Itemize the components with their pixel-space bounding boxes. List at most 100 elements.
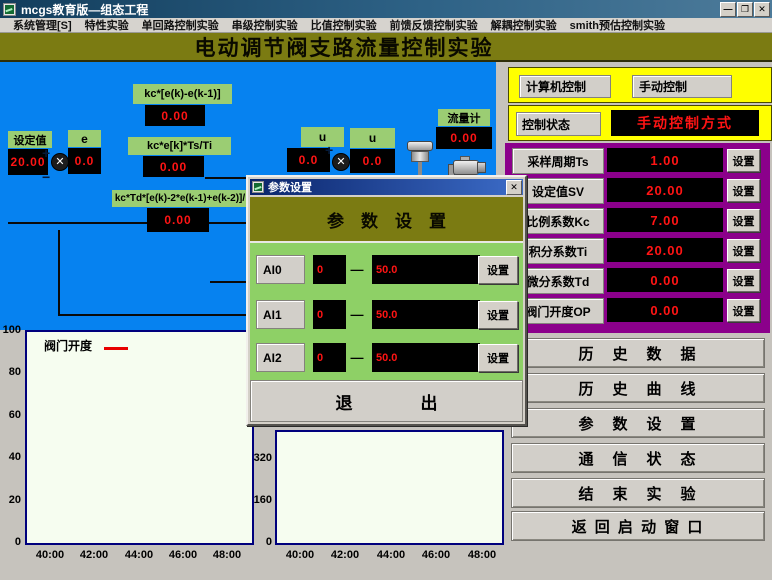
chart1-xtick: 44:00 — [121, 549, 157, 561]
history-curve-button[interactable]: 历 史 曲 线 — [511, 373, 765, 403]
control-mode-group: 计算机控制 手动控制 — [508, 67, 772, 103]
menu-system[interactable]: 系统管理[S] — [13, 17, 72, 33]
control-valve-icon — [407, 141, 433, 175]
chart2-xtick: 42:00 — [327, 549, 363, 561]
p-term-formula: kc*[e(k)-e(k-1)] — [133, 84, 232, 104]
ai1-label: AI1 — [256, 300, 305, 329]
chart1-ytick: 20 — [0, 494, 21, 506]
chart1-ytick: 60 — [0, 409, 21, 421]
chart2-xtick: 44:00 — [373, 549, 409, 561]
i-term-formula: kc*e[k]*Ts/Ti — [128, 137, 231, 155]
window-title: mcgs教育版—组态工程 — [21, 1, 148, 18]
mcgs-app-icon — [3, 3, 16, 16]
ai1-range-dash: — — [345, 300, 369, 329]
menu-decoupling[interactable]: 解耦控制实验 — [491, 17, 557, 33]
chart2-xtick: 48:00 — [464, 549, 500, 561]
flowmeter-value: 0.00 — [436, 127, 492, 149]
ai1-high-value: 50.0 — [372, 300, 480, 329]
dialog-close-button[interactable]: ✕ — [506, 180, 522, 195]
dialog-exit-button[interactable]: 退 出 — [250, 380, 523, 422]
close-button[interactable]: ✕ — [754, 2, 770, 17]
return-start-window-button[interactable]: 返 回 启 动 窗 口 — [511, 511, 765, 541]
ai2-high-value: 50.0 — [372, 343, 480, 372]
chart2-xtick: 40:00 — [282, 549, 318, 561]
minimize-button[interactable]: — — [720, 2, 736, 17]
parameter-panel: 采样周期Ts 1.00 设置 设定值SV 20.00 设置 比例系数Kc 7.0… — [505, 143, 770, 333]
error-label: e — [68, 130, 101, 147]
ai0-high-value: 50.0 — [372, 255, 480, 284]
sum2-plus-sign: + — [325, 143, 333, 157]
chart1-xtick: 40:00 — [32, 549, 68, 561]
restore-button[interactable]: ❐ — [737, 2, 753, 17]
param-value: 20.00 — [607, 178, 723, 202]
ai0-low-value: 0 — [313, 255, 346, 284]
control-status-group: 控制状态 手动控制方式 — [508, 105, 772, 141]
mcgs-window: { "window": {"title": "mcgs教育版—组态工程", "m… — [0, 0, 772, 580]
window-titlebar[interactable]: mcgs教育版—组态工程 — ❐ ✕ — [0, 0, 772, 18]
control-status-value: 手动控制方式 — [611, 110, 759, 136]
sum1-minus-sign: − — [42, 170, 50, 184]
dialog-header: 参 数 设 置 — [250, 197, 523, 243]
param-label: 采样周期Ts — [512, 148, 604, 174]
param-set-button[interactable]: 设置 — [727, 149, 760, 172]
chart2-xtick: 46:00 — [418, 549, 454, 561]
param-value: 0.00 — [607, 268, 723, 292]
ai2-label: AI2 — [256, 343, 305, 372]
control-status-label: 控制状态 — [516, 112, 601, 136]
ai2-set-button[interactable]: 设置 — [478, 344, 518, 372]
chart1-xtick: 42:00 — [76, 549, 112, 561]
end-experiment-button[interactable]: 结 束 实 验 — [511, 478, 765, 508]
p-term-value: 0.00 — [145, 105, 205, 126]
computer-control-button[interactable]: 计算机控制 — [519, 75, 611, 98]
param-set-button[interactable]: 设置 — [727, 239, 760, 262]
param-value: 20.00 — [607, 238, 723, 262]
error-value: 0.0 — [68, 148, 101, 174]
ai2-range-dash: — — [345, 343, 369, 372]
ai2-low-value: 0 — [313, 343, 346, 372]
flowmeter-label: 流量计 — [438, 109, 490, 126]
ai0-set-button[interactable]: 设置 — [478, 256, 518, 284]
comm-status-button[interactable]: 通 信 状 态 — [511, 443, 765, 473]
param-set-button[interactable]: 设置 — [727, 209, 760, 232]
parameter-setting-button[interactable]: 参 数 设 置 — [511, 408, 765, 438]
u2-label: u — [350, 128, 395, 148]
valve-opening-chart — [25, 330, 254, 545]
chart1-legend-label: 阀门开度 — [44, 340, 92, 352]
menu-characteristic[interactable]: 特性实验 — [85, 17, 129, 33]
sum-junction-2: ✕ — [332, 153, 350, 171]
u1-label: u — [301, 127, 344, 147]
param-set-button[interactable]: 设置 — [727, 269, 760, 292]
chart2-ytick: 0 — [250, 536, 272, 548]
param-value: 1.00 — [607, 148, 723, 172]
manual-control-button[interactable]: 手动控制 — [632, 75, 732, 98]
chart1-ytick: 0 — [0, 536, 21, 548]
page-title: 电动调节阀支路流量控制实验 — [0, 33, 772, 62]
chart1-legend-line — [104, 347, 128, 350]
dialog-title: 参数设置 — [268, 179, 312, 195]
ai1-set-button[interactable]: 设置 — [478, 301, 518, 329]
history-data-button[interactable]: 历 史 数 据 — [511, 338, 765, 368]
ai0-range-dash: — — [345, 255, 369, 284]
d-term-formula: kc*Td*[e(k)-2*e(k-1)+e(k-2)]/ — [112, 190, 248, 207]
sum-junction-1: ✕ — [51, 153, 69, 171]
menu-smith[interactable]: smith预估控制实验 — [570, 17, 665, 33]
dialog-titlebar[interactable]: 参数设置 ✕ — [250, 179, 523, 195]
dialog-icon — [252, 181, 264, 193]
chart2-ytick: 320 — [250, 452, 272, 464]
param-value: 7.00 — [607, 208, 723, 232]
feedback-line-down — [58, 230, 60, 316]
parameter-settings-dialog: 参数设置 ✕ 参 数 设 置 AI0 0 — 50.0 设置 AI1 0 — 5… — [246, 175, 527, 426]
param-set-button[interactable]: 设置 — [727, 299, 760, 322]
param-set-button[interactable]: 设置 — [727, 179, 760, 202]
ai0-label: AI0 — [256, 255, 305, 284]
param-value: 0.00 — [607, 298, 723, 322]
u1-value: 0.0 — [287, 148, 330, 172]
chart1-ytick: 80 — [0, 366, 21, 378]
i-term-value: 0.00 — [143, 156, 204, 177]
chart1-xtick: 46:00 — [165, 549, 201, 561]
u2-value: 0.0 — [350, 149, 395, 173]
sum1-plus-sign: + — [42, 146, 50, 160]
chart1-ytick: 40 — [0, 451, 21, 463]
chart1-xtick: 48:00 — [209, 549, 245, 561]
ai1-low-value: 0 — [313, 300, 346, 329]
